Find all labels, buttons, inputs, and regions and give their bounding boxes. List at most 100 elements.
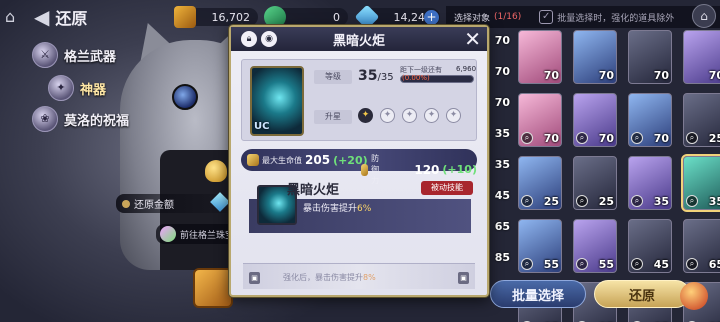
back-button[interactable]: ◀ 还原 <box>34 5 87 29</box>
item-level: 70 <box>543 132 559 145</box>
star-tag: 升星 <box>314 110 352 124</box>
item-level: 70 <box>598 69 614 82</box>
item-level: 70 <box>543 69 559 82</box>
magnify-icon[interactable]: ⌕ <box>576 258 588 270</box>
restore-amount-label: 还原金额 <box>134 200 174 211</box>
star-empty-icon: ✦ <box>424 108 439 123</box>
item-card[interactable]: ⌕ 70 <box>573 93 617 147</box>
hp-value: 205 <box>305 153 331 167</box>
magnify-icon[interactable]: ⌕ <box>686 195 698 207</box>
star-rating: ✦ ✦ ✦ ✦ ✦ <box>358 108 461 123</box>
def-label: 防御力 <box>371 154 380 185</box>
item-card[interactable]: 70 <box>628 30 672 84</box>
item-card[interactable]: ⌕ 45 <box>628 219 672 273</box>
exp-percent: (0.00%) <box>402 74 430 82</box>
menu-item-gran-weapon[interactable]: ⚔ 格兰武器 <box>32 42 116 68</box>
currency-gold: 16,702 <box>174 6 258 28</box>
item-level: 70 <box>653 69 669 82</box>
item-card[interactable]: ⌕ 25 <box>573 156 617 210</box>
item-info-box: UC 等级 35/35 距下一级还有 6,960 (0.00%) 升星 ✦ ✦ ✦ ✦… <box>241 59 477 141</box>
star-filled-icon: ✦ <box>358 108 373 123</box>
artifact-emblem-icon: ✦ <box>48 75 74 101</box>
menu-item-label: 格兰武器 <box>64 49 117 65</box>
enhance-preview-text: 强化后，暴击伤害提升8% <box>283 272 376 283</box>
magnify-icon[interactable]: ⌕ <box>631 258 643 270</box>
item-card[interactable]: ⌕ 65 <box>683 219 720 273</box>
partial-card-column: 70 70 70 35 35 45 65 85 <box>486 30 512 290</box>
item-level: 25 <box>543 195 559 208</box>
item-card[interactable]: ⌕ 35 <box>628 156 672 210</box>
home-icon[interactable]: ⌂ <box>5 7 27 27</box>
item-level: 65 <box>708 258 720 271</box>
partial-card-level: 35 <box>494 127 510 140</box>
partial-card-level: 70 <box>494 65 510 78</box>
item-level: 55 <box>543 258 559 271</box>
magnify-icon[interactable]: ⌕ <box>631 132 643 144</box>
item-card[interactable]: ⌕ 55 <box>518 219 562 273</box>
menu-item-blessing[interactable]: ❀ 莫洛的祝福 <box>32 106 129 132</box>
item-card[interactable]: ⌕ 70 <box>628 93 672 147</box>
magnify-icon[interactable]: ⌕ <box>631 195 643 207</box>
partial-card-level: 70 <box>494 96 510 109</box>
close-icon[interactable]: ✕ <box>464 28 481 50</box>
magnify-icon[interactable]: ⌕ <box>686 258 698 270</box>
select-count: (1/16) <box>494 12 522 22</box>
star-empty-icon: ✦ <box>446 108 461 123</box>
lock-icon[interactable]: 🔒︎ <box>241 31 257 47</box>
enhance-preview-bar: ▣ 强化后，暴击伤害提升8% ▣ <box>243 263 475 289</box>
magnify-icon[interactable]: ⌕ <box>521 258 533 270</box>
star-empty-icon: ✦ <box>402 108 417 123</box>
stat-hp: 最大生命值 205 (+20) <box>247 153 368 167</box>
currency-gold-value: 16,702 <box>211 10 251 24</box>
menu-item-label: 莫洛的祝福 <box>64 113 130 129</box>
rarity-badge: UC <box>254 121 270 132</box>
item-card[interactable]: 70 <box>683 30 720 84</box>
shop-icon <box>160 226 176 242</box>
enhance-preview-label: 强化后，暴击伤害提升 <box>283 273 363 282</box>
item-card[interactable]: 70 <box>573 30 617 84</box>
magnify-icon[interactable]: ⌕ <box>576 132 588 144</box>
item-level: 25 <box>708 132 720 145</box>
hp-label: 最大生命值 <box>262 155 302 165</box>
item-level: 25 <box>598 195 614 208</box>
item-level: 70 <box>708 69 720 82</box>
magnify-icon[interactable]: ⌕ <box>521 132 533 144</box>
weapon-emblem-icon: ⚔ <box>32 42 58 68</box>
treasure-box-icon[interactable] <box>193 268 233 308</box>
level-value: 35/35 <box>358 68 394 84</box>
batch-exclude-desc: 批量选择时，强化的道具除外 <box>557 13 675 24</box>
magnify-icon[interactable]: ⌕ <box>576 195 588 207</box>
currency-green: 0 <box>264 6 348 28</box>
back-arrow-icon: ◀ <box>34 5 50 29</box>
add-diamond-button[interactable]: + <box>424 10 439 25</box>
menu-item-label: 神器 <box>80 82 107 98</box>
owner-icon[interactable]: ◉ <box>261 31 277 47</box>
item-level: 55 <box>598 258 614 271</box>
skill-name: 黑暗火炬 <box>287 183 340 198</box>
batch-select-button[interactable]: 批量选择 <box>490 280 586 308</box>
goto-shop-label: 前往格兰珠宝 <box>180 230 235 241</box>
item-card[interactable]: ⌕ 70 <box>518 93 562 147</box>
partial-card-level: 45 <box>494 189 510 202</box>
item-card[interactable]: 70 <box>518 30 562 84</box>
item-level: 35 <box>653 195 669 208</box>
partial-card-level: 35 <box>494 158 510 171</box>
batch-exclude-checkbox[interactable]: ✓ <box>539 10 554 24</box>
magnify-icon[interactable]: ⌕ <box>686 132 698 144</box>
weapon-portrait: UC <box>250 66 304 136</box>
item-card[interactable]: ⌕ 55 <box>573 219 617 273</box>
restore-button[interactable]: 还原 <box>594 280 690 308</box>
fire-orb-icon[interactable] <box>680 282 708 310</box>
item-card[interactable]: ⌕ 25 <box>518 156 562 210</box>
item-card[interactable]: ⌕ 35 <box>681 154 720 212</box>
modal-header: 🔒︎ ◉ 黑暗火炬 ✕ <box>231 27 487 51</box>
level-tag: 等级 <box>314 70 352 84</box>
corner-home-icon[interactable]: ⌂ <box>692 4 716 28</box>
item-card[interactable]: ⌕ 25 <box>683 93 720 147</box>
star-empty-icon: ✦ <box>380 108 395 123</box>
menu-item-artifact[interactable]: ✦ 神器 <box>48 75 106 101</box>
gold-chest-icon <box>174 6 196 28</box>
skill-desc: 暴击伤害提升6% <box>303 201 371 214</box>
magnify-icon[interactable]: ⌕ <box>521 195 533 207</box>
stat-band: 最大生命值 205 (+20) 防御力 120 (+10) <box>241 149 477 185</box>
